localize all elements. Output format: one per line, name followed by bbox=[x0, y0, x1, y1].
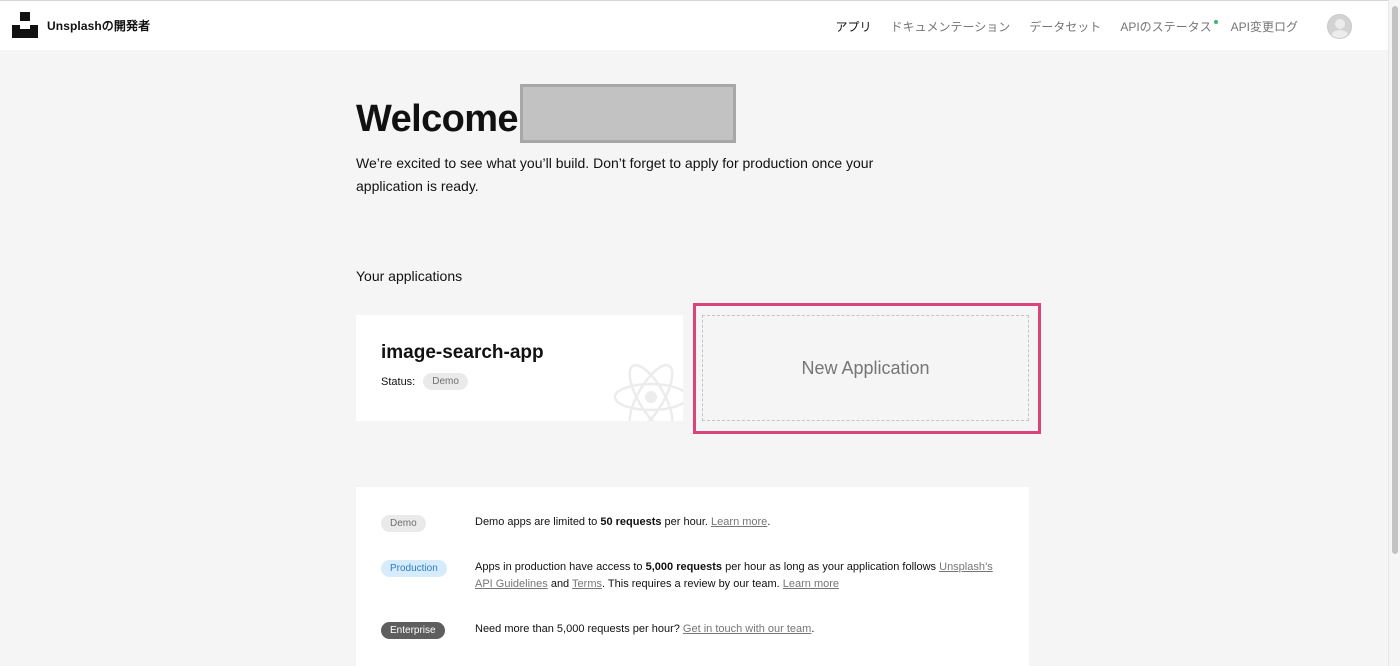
plan-text-part: . bbox=[767, 516, 771, 528]
plan-text-part: per hour. bbox=[661, 516, 712, 528]
status-badge: Demo bbox=[423, 373, 468, 390]
plan-limit: 5,000 requests bbox=[645, 561, 723, 573]
welcome-intro: We’re excited to see what you’ll build. … bbox=[356, 155, 874, 194]
page-scrollbar[interactable] bbox=[1388, 0, 1400, 666]
plan-text-part: per hour as long as your application fol… bbox=[722, 561, 940, 573]
plan-text-part: and bbox=[547, 578, 573, 590]
plan-text-enterprise: Need more than 5,000 requests per hour? … bbox=[475, 621, 995, 638]
brand-name: Unsplashの開発者 bbox=[47, 18, 151, 33]
status-dot-icon bbox=[1213, 20, 1218, 24]
plan-text-part: Demo apps are limited to bbox=[475, 516, 601, 528]
learn-more-link[interactable]: Learn more bbox=[783, 578, 839, 590]
learn-more-link[interactable]: Learn more bbox=[711, 516, 767, 528]
plan-badge-production: Production bbox=[381, 560, 447, 577]
plan-text-production: Apps in production have access to 5,000 … bbox=[475, 559, 995, 593]
welcome-heading: Welcome, bbox=[356, 98, 529, 140]
application-status: Status: Demo bbox=[381, 373, 468, 390]
plans-info-panel: Demo Demo apps are limited to 50 request… bbox=[356, 487, 1029, 666]
plan-text-part: . bbox=[811, 623, 815, 635]
brand-link[interactable]: Unsplashの開発者 bbox=[12, 12, 150, 38]
plan-badge-demo: Demo bbox=[381, 515, 426, 532]
nav-api-changelog[interactable]: API変更ログ bbox=[1231, 18, 1298, 35]
unsplash-logo-icon bbox=[12, 12, 38, 38]
plan-text-part: Need more than 5,000 requests per hour? bbox=[475, 623, 683, 635]
plan-text-part: Apps in production have access to bbox=[475, 561, 646, 573]
plan-limit: 50 requests bbox=[600, 516, 662, 528]
plan-text-part: . This requires a review by our team. bbox=[602, 578, 783, 590]
new-application-button[interactable]: New Application bbox=[702, 315, 1029, 421]
top-nav-bar: Unsplashの開発者 アプリ ドキュメンテーション データセット APIのス… bbox=[0, 0, 1388, 50]
scrollbar-thumb[interactable] bbox=[1392, 6, 1398, 554]
main-nav: アプリ ドキュメンテーション データセット APIのステータス API変更ログ bbox=[817, 14, 1352, 39]
react-atom-icon bbox=[613, 363, 683, 421]
user-avatar[interactable] bbox=[1327, 14, 1352, 39]
application-card[interactable]: image-search-app Status: Demo bbox=[356, 315, 683, 421]
plan-text-demo: Demo apps are limited to 50 requests per… bbox=[475, 514, 995, 531]
applications-section-title: Your applications bbox=[356, 268, 463, 284]
plan-badge-enterprise: Enterprise bbox=[381, 622, 445, 639]
redacted-username bbox=[520, 84, 736, 143]
nav-api-status-label: APIのステータス bbox=[1120, 20, 1212, 34]
application-name: image-search-app bbox=[381, 342, 544, 363]
nav-documentation[interactable]: ドキュメンテーション bbox=[891, 18, 1011, 35]
nav-api-status[interactable]: APIのステータス bbox=[1120, 18, 1218, 35]
nav-datasets[interactable]: データセット bbox=[1029, 18, 1101, 35]
terms-link[interactable]: Terms bbox=[572, 578, 602, 590]
status-label: Status: bbox=[381, 375, 416, 388]
new-application-label: New Application bbox=[801, 357, 930, 378]
contact-team-link[interactable]: Get in touch with our team bbox=[683, 623, 811, 635]
nav-apps[interactable]: アプリ bbox=[836, 18, 872, 35]
